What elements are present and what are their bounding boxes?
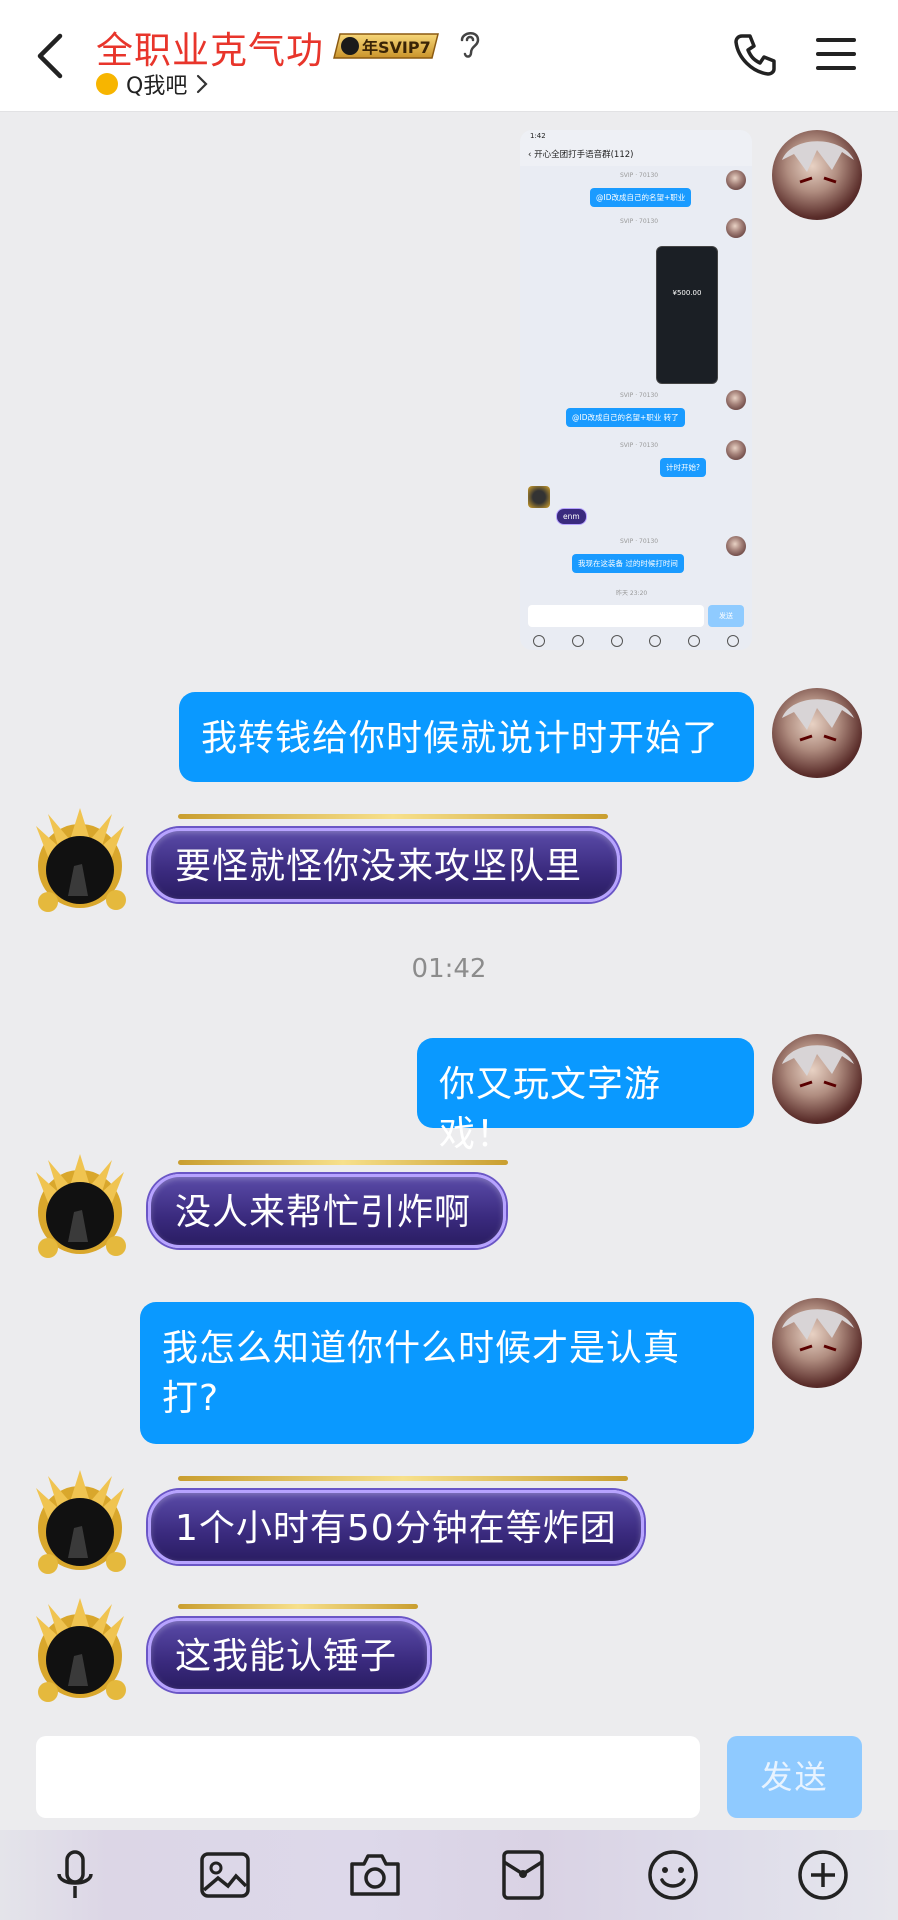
- image-icon[interactable]: [196, 1846, 254, 1904]
- svip-badge-icon[interactable]: 年SVIP7: [332, 30, 444, 62]
- mini-transfer-screenshot: ¥500.00: [656, 246, 718, 384]
- mini-send: 发送: [708, 605, 744, 627]
- emoji-icon[interactable]: [644, 1846, 702, 1904]
- mini-toolbar: [520, 632, 752, 650]
- message-bubble-mine[interactable]: 我转钱给你时候就说计时开始了: [179, 692, 754, 782]
- status-link[interactable]: Q我吧: [96, 68, 209, 100]
- decoration-bar: [178, 1160, 508, 1165]
- mini-avatar: [528, 486, 550, 508]
- plus-icon[interactable]: [794, 1846, 852, 1904]
- timestamp: 01:42: [411, 954, 487, 984]
- message-input[interactable]: [36, 1736, 700, 1818]
- message-bubble-mine[interactable]: 我怎么知道你什么时候才是认真打?: [140, 1302, 754, 1444]
- menu-icon[interactable]: [816, 34, 856, 74]
- decoration-bar: [178, 814, 608, 819]
- input-bar: 发送: [0, 1724, 898, 1830]
- chevron-right-icon: [197, 74, 208, 94]
- red-packet-icon[interactable]: [494, 1846, 552, 1904]
- mini-bubble: enm: [556, 508, 587, 525]
- contact-avatar[interactable]: [28, 806, 132, 916]
- contact-name[interactable]: 全职业克气功: [96, 20, 324, 74]
- decoration-bar: [178, 1604, 418, 1609]
- chat-header: 全职业克气功 年SVIP7 Q我吧: [0, 0, 898, 112]
- send-button[interactable]: 发送: [727, 1736, 862, 1818]
- decoration-bar: [178, 1476, 628, 1481]
- camera-icon[interactable]: [346, 1846, 404, 1904]
- mini-avatar: [726, 536, 746, 556]
- mini-bubble: @ID改成自己的名望+职业 转了: [566, 408, 685, 427]
- mini-avatar: [726, 170, 746, 190]
- ear-icon[interactable]: [456, 26, 484, 60]
- phone-icon[interactable]: [732, 30, 780, 78]
- contact-avatar[interactable]: [28, 1152, 132, 1262]
- mini-avatar: [726, 218, 746, 238]
- mini-input: [528, 605, 704, 627]
- my-avatar[interactable]: [772, 688, 862, 778]
- mini-bubble: @ID改成自己的名望+职业: [590, 188, 692, 207]
- mini-avatar: [726, 390, 746, 410]
- svip-badge-text: 年SVIP7: [362, 38, 431, 57]
- my-avatar[interactable]: [772, 1298, 862, 1388]
- bottom-toolbar: [0, 1830, 898, 1920]
- mini-bubble: 计时开始?: [660, 458, 706, 477]
- status-text: Q我吧: [126, 74, 188, 99]
- microphone-icon[interactable]: [46, 1846, 104, 1904]
- mini-bubble: 我现在这装备 过的时候打时间: [572, 554, 684, 573]
- my-avatar[interactable]: [772, 130, 862, 220]
- contact-avatar[interactable]: [28, 1468, 132, 1578]
- message-bubble-mine[interactable]: 你又玩文字游戏！: [417, 1038, 754, 1155]
- contact-avatar[interactable]: [28, 1596, 132, 1706]
- mini-status-bar: 1:42: [520, 130, 752, 144]
- smile-icon: [96, 73, 118, 95]
- back-arrow-icon[interactable]: [28, 30, 74, 82]
- mini-header: ‹ 开心全团打手语音群(112): [520, 144, 752, 166]
- screenshot-image-message[interactable]: 1:42 ‹ 开心全团打手语音群(112) SVIP · 70130 @ID改成…: [520, 130, 752, 650]
- my-avatar[interactable]: [772, 1034, 862, 1124]
- mini-avatar: [726, 440, 746, 460]
